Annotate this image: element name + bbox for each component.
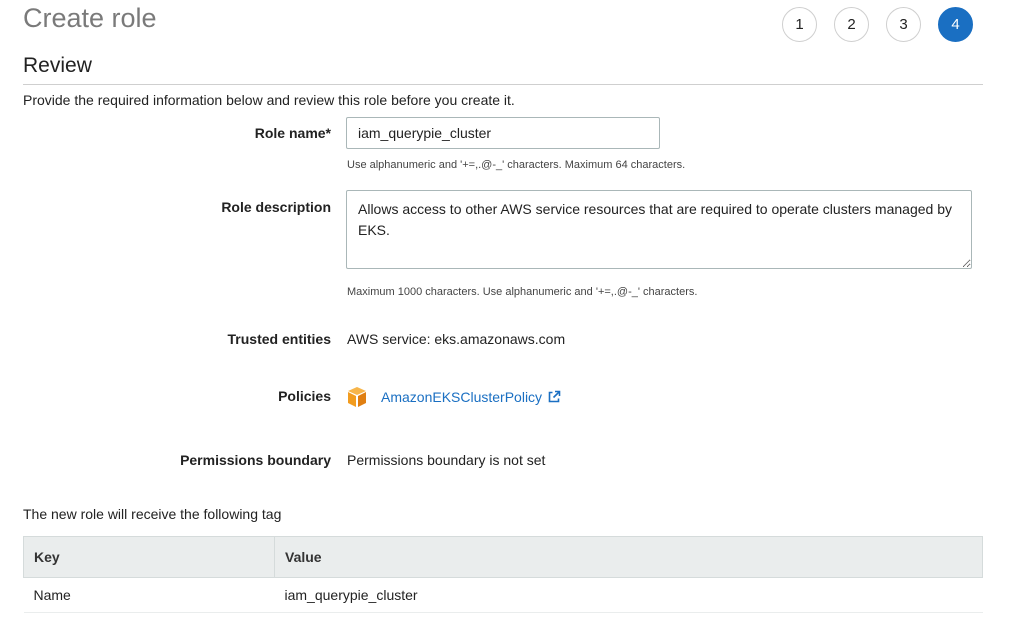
section-intro: Provide the required information below a… bbox=[23, 92, 515, 108]
external-link-icon[interactable] bbox=[547, 390, 561, 404]
wizard-steps: 1 2 3 4 bbox=[782, 7, 974, 42]
policy-item: AmazonEKSClusterPolicy bbox=[346, 385, 561, 409]
policies-label: Policies bbox=[278, 388, 331, 404]
role-description-label: Role description bbox=[221, 199, 331, 215]
tag-key-cell: Name bbox=[23, 577, 275, 613]
aws-policy-cube-icon bbox=[348, 387, 366, 407]
permissions-boundary-value: Permissions boundary is not set bbox=[347, 452, 546, 468]
tags-column-key: Key bbox=[23, 536, 275, 578]
trusted-entities-value: AWS service: eks.amazonaws.com bbox=[347, 331, 566, 347]
tag-value-cell: iam_querypie_cluster bbox=[274, 577, 983, 613]
page-title: Create role bbox=[23, 3, 157, 33]
step-1-button[interactable]: 1 bbox=[782, 7, 817, 42]
step-3-button[interactable]: 3 bbox=[886, 7, 921, 42]
table-row: Name iam_querypie_cluster bbox=[23, 577, 983, 613]
role-description-textarea[interactable]: Allows access to other AWS service resou… bbox=[346, 190, 972, 269]
trusted-entities-label: Trusted entities bbox=[227, 331, 331, 347]
tags-header-row: Key Value bbox=[23, 536, 983, 578]
tags-table: Key Value Name iam_querypie_cluster bbox=[23, 536, 983, 613]
role-name-label: Role name* bbox=[254, 125, 331, 141]
permissions-boundary-label: Permissions boundary bbox=[180, 452, 331, 468]
section-title: Review bbox=[23, 54, 92, 77]
policy-link-amazoneksclusterpolicy[interactable]: AmazonEKSClusterPolicy bbox=[381, 389, 542, 405]
tags-column-value: Value bbox=[274, 536, 983, 578]
section-divider bbox=[23, 84, 983, 85]
step-4-current: 4 bbox=[938, 7, 973, 42]
step-2-button[interactable]: 2 bbox=[834, 7, 869, 42]
role-name-hint: Use alphanumeric and '+=,.@-_' character… bbox=[347, 159, 686, 171]
role-description-hint: Maximum 1000 characters. Use alphanumeri… bbox=[347, 286, 698, 298]
role-name-input[interactable] bbox=[346, 117, 660, 149]
tags-intro: The new role will receive the following … bbox=[23, 506, 282, 522]
